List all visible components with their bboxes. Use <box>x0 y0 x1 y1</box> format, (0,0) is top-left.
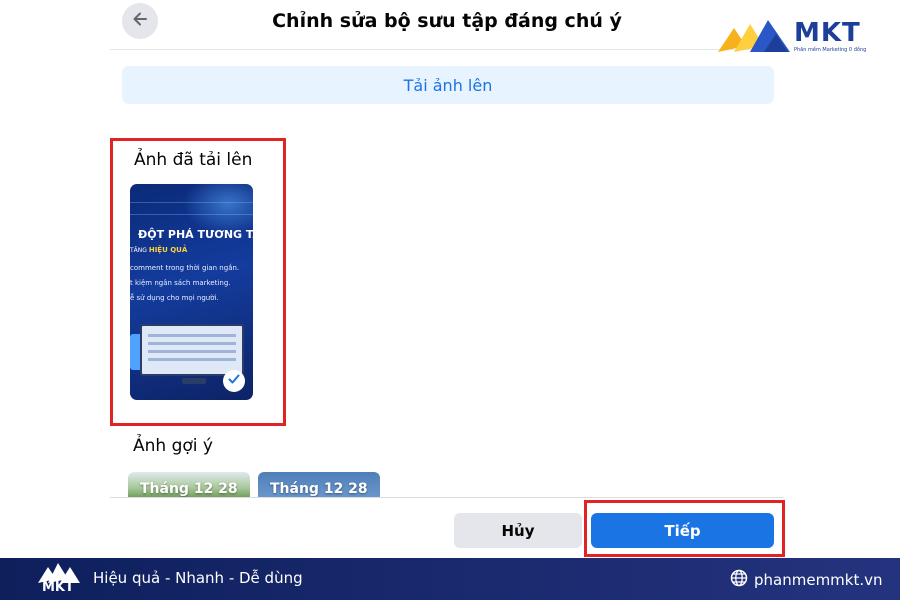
monitor-bar <box>148 350 236 353</box>
selected-check-badge[interactable] <box>223 370 245 392</box>
logo-tagline: Phần mềm Marketing 0 đồng <box>794 47 867 53</box>
suggested-photo-thumbnail[interactable]: Tháng 12 28 <box>128 472 250 498</box>
thumbnail-subtitle: TĂNG HIỆU QUẢ <box>130 246 187 254</box>
uploaded-photo-thumbnail[interactable]: ĐỘT PHÁ TƯƠNG TÁC TĂNG HIỆU QUẢ comment … <box>130 184 253 400</box>
dialog-title: Chỉnh sửa bộ sưu tập đáng chú ý <box>272 10 622 32</box>
website-text: phanmemmkt.vn <box>754 571 883 589</box>
website-link[interactable]: phanmemmkt.vn <box>730 569 883 591</box>
logo-text: MKT <box>794 18 861 48</box>
left-gutter <box>0 0 110 558</box>
uploaded-photos-section: Ảnh đã tải lên ĐỘT PHÁ TƯƠNG TÁC TĂNG HI… <box>110 138 286 426</box>
thumbnail-subtitle-prefix: TĂNG <box>130 247 147 254</box>
globe-icon <box>730 569 748 591</box>
promo-bottom-bar: MKT Hiệu quả - Nhanh - Dễ dùng phanmemmk… <box>0 558 900 600</box>
thumbnail-decor-line <box>130 202 253 203</box>
thumbnail-line: comment trong thời gian ngắn. <box>130 264 240 272</box>
monitor-bar <box>148 342 236 345</box>
thumbnail-subtitle-highlight: HIỆU QUẢ <box>148 246 188 254</box>
monitor-bar <box>148 358 236 361</box>
cancel-button[interactable]: Hủy <box>454 513 582 548</box>
next-button[interactable]: Tiếp <box>591 513 774 548</box>
suggested-photo-thumbnail[interactable]: Tháng 12 28 <box>258 472 380 498</box>
footer-tagline: Hiệu quả - Nhanh - Dễ dùng <box>93 569 303 587</box>
thumbnail-line: ễ sử dụng cho mọi người. <box>130 294 219 302</box>
upload-photo-button[interactable]: Tải ảnh lên <box>122 66 774 104</box>
checkmark-icon <box>227 372 241 391</box>
thumbnail-decor-line <box>130 214 253 215</box>
suggested-photo-label: Tháng 12 28 <box>140 481 238 497</box>
thumbnail-glow <box>183 184 253 234</box>
dialog-header: Chỉnh sửa bộ sưu tập đáng chú ý <box>110 0 784 50</box>
right-gutter <box>784 0 900 558</box>
suggested-photos-heading: Ảnh gợi ý <box>133 436 213 456</box>
monitor-bar <box>148 334 236 337</box>
uploaded-photos-heading: Ảnh đã tải lên <box>134 150 253 170</box>
monitor-illustration <box>140 324 244 376</box>
suggested-photo-label: Tháng 12 28 <box>270 481 368 497</box>
monitor-stand <box>182 378 206 384</box>
footer-logo-text: MKT <box>42 580 74 595</box>
mkt-watermark-logo: MKT Phần mềm Marketing 0 đồng <box>716 16 870 56</box>
thumbnail-title: ĐỘT PHÁ TƯƠNG TÁC <box>138 228 253 241</box>
footer-divider <box>110 497 784 498</box>
thumbnail-line: t kiệm ngân sách marketing. <box>130 279 231 287</box>
